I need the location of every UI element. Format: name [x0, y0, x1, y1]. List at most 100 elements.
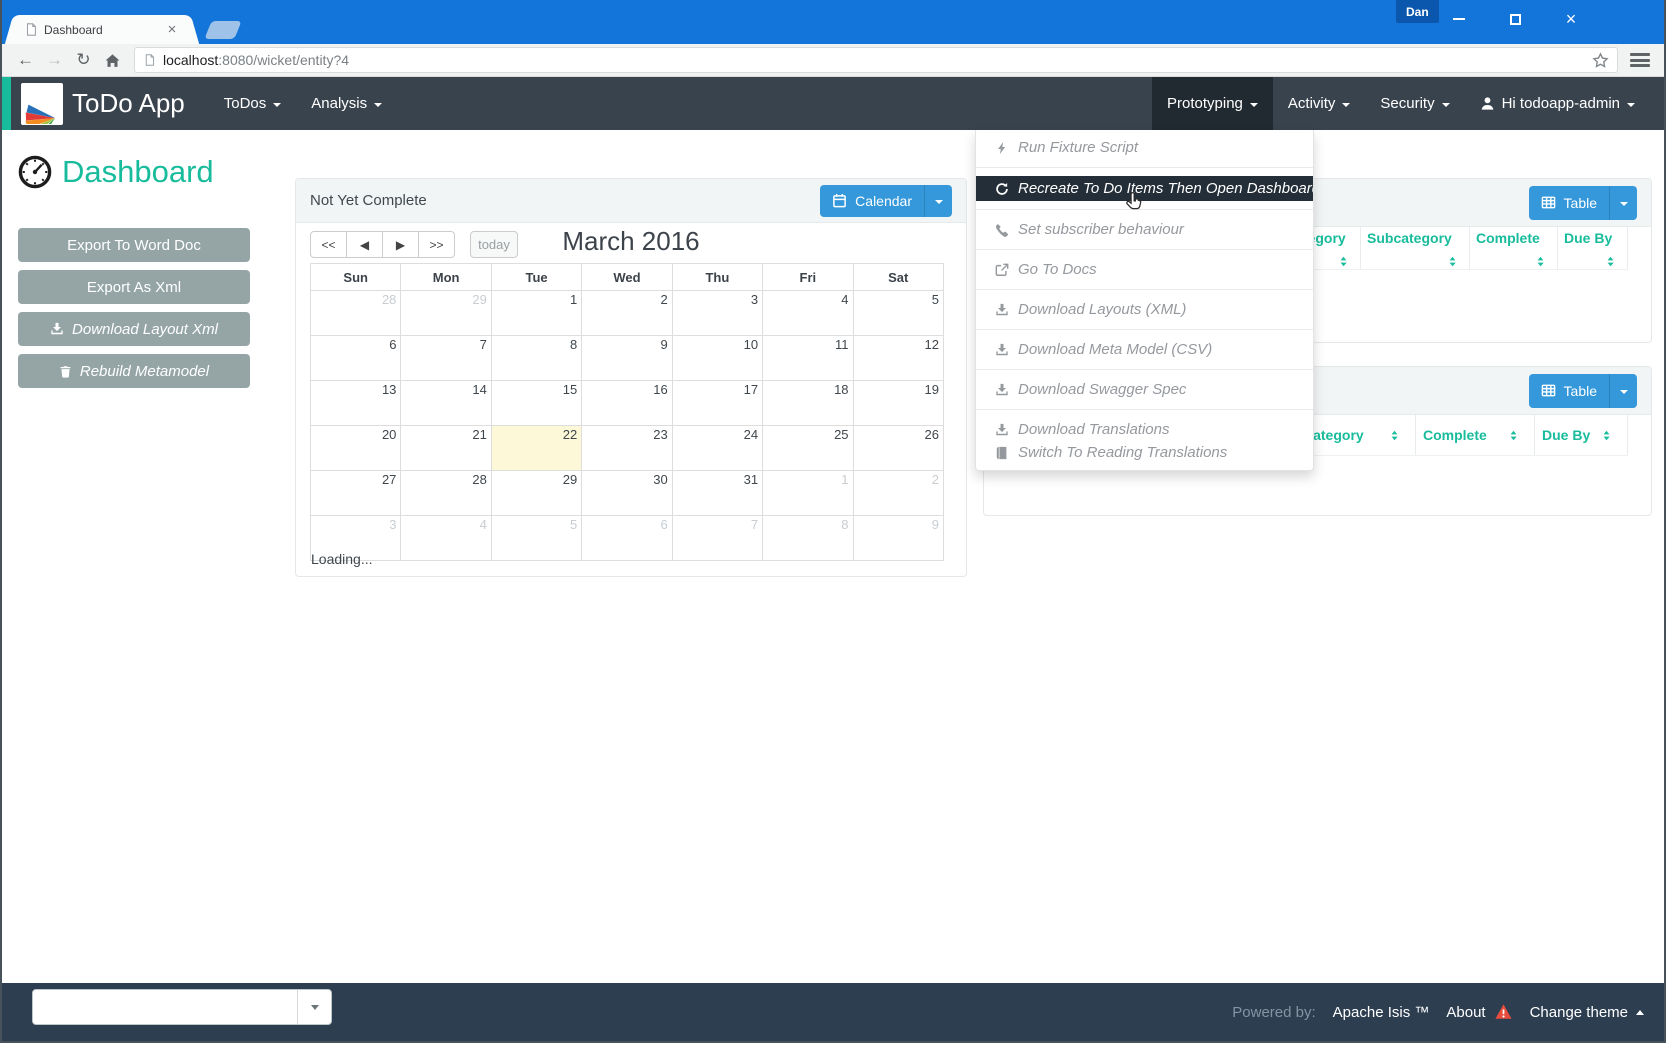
menu-item-go-to-docs[interactable]: Go To Docs	[976, 258, 1313, 281]
calendar-day-cell[interactable]: 29	[400, 290, 492, 336]
nav-item-todos[interactable]: ToDos	[209, 77, 297, 130]
calendar-day-cell[interactable]: 5	[490, 515, 583, 561]
calendar-day-cell[interactable]: 18	[762, 380, 854, 426]
sidebar-button-download-layout-xml[interactable]: Download Layout Xml	[18, 312, 250, 346]
calendar-view-button[interactable]: Calendar	[820, 184, 952, 217]
weekday-header: Fri	[762, 263, 854, 291]
combobox-value[interactable]	[33, 990, 297, 1024]
calendar-day-cell[interactable]: 6	[309, 335, 402, 381]
calendar-day-cell[interactable]: 4	[400, 515, 492, 561]
calendar-day-cell[interactable]: 10	[671, 335, 764, 381]
calendar-day-cell[interactable]: 16	[581, 380, 673, 426]
column-header-due-by[interactable]: Due By	[1535, 415, 1628, 455]
menu-item-download-layouts-xml[interactable]: Download Layouts (XML)	[976, 298, 1313, 321]
app-logo[interactable]	[21, 82, 63, 125]
table-view-button[interactable]: Table	[1528, 373, 1637, 408]
change-theme-link[interactable]: Change theme	[1530, 1004, 1644, 1021]
calendar-day-cell[interactable]: 6	[581, 515, 673, 561]
column-header-subcategory[interactable]: Subcategory	[1361, 227, 1470, 269]
bookmark-star-icon[interactable]	[1592, 51, 1609, 69]
calendar-day-cell[interactable]: 3	[671, 290, 764, 336]
weekday-header: Sat	[852, 263, 945, 291]
nav-item-activity[interactable]: Activity	[1273, 77, 1366, 130]
menu-item-set-subscriber-behaviour[interactable]: Set subscriber behaviour	[976, 218, 1313, 241]
calendar-day-cell[interactable]: 24	[671, 425, 764, 471]
calendar-day-cell[interactable]: 5	[852, 290, 945, 336]
forward-icon[interactable]: →	[41, 47, 68, 73]
table-view-button[interactable]: Table	[1528, 185, 1637, 220]
apache-isis-link[interactable]: Apache Isis ™	[1333, 1004, 1430, 1021]
calendar-day-cell[interactable]: 26	[852, 425, 945, 471]
calendar-day-cell[interactable]: 7	[671, 515, 764, 561]
calendar-day-cell[interactable]: 21	[400, 425, 492, 471]
minimize-button[interactable]	[1442, 6, 1476, 32]
calendar-day-cell[interactable]: 22	[490, 425, 583, 471]
calendar-day-cell[interactable]: 9	[852, 515, 945, 561]
calendar-day-cell[interactable]: 29	[490, 470, 583, 516]
calendar-day-cell[interactable]: 11	[762, 335, 854, 381]
chevron-down-icon[interactable]	[1609, 185, 1637, 220]
nav-item-hi-todoapp-admin[interactable]: Hi todoapp-admin	[1465, 77, 1650, 130]
calendar-day-cell[interactable]: 15	[490, 380, 583, 426]
nav-item-security[interactable]: Security	[1365, 77, 1464, 130]
menu-item-download-translations[interactable]: Download Translations	[976, 418, 1313, 441]
browser-tab[interactable]: Dashboard ×	[16, 15, 188, 44]
chevron-down-icon[interactable]	[1609, 373, 1637, 408]
calendar-day-cell[interactable]: 8	[762, 515, 854, 561]
chevron-down-icon[interactable]	[297, 990, 331, 1024]
sidebar-button-rebuild-metamodel[interactable]: Rebuild Metamodel	[18, 354, 250, 388]
reload-icon[interactable]: ↻	[70, 47, 97, 73]
navbar-right-items: Prototyping Activity Security Hi todoapp-ad…	[1152, 77, 1650, 130]
about-link[interactable]: About	[1446, 1003, 1512, 1021]
calendar-day-cell[interactable]: 19	[852, 380, 945, 426]
menu-item-download-meta-model-csv[interactable]: Download Meta Model (CSV)	[976, 338, 1313, 361]
lightning-icon	[995, 141, 1009, 155]
menu-item-switch-to-reading-translations[interactable]: Switch To Reading Translations	[976, 441, 1313, 464]
calendar-day-cell[interactable]: 28	[309, 290, 402, 336]
profile-badge[interactable]: Dan	[1396, 0, 1439, 23]
calendar-day-cell[interactable]: 4	[762, 290, 854, 336]
calendar-day-cell[interactable]: 2	[581, 290, 673, 336]
day-number: 24	[743, 427, 759, 442]
nav-item-prototyping[interactable]: Prototyping	[1152, 77, 1273, 130]
footer-combobox[interactable]	[32, 989, 332, 1025]
browser-menu-icon[interactable]	[1630, 53, 1650, 67]
back-icon[interactable]: ←	[12, 47, 39, 73]
chevron-down-icon[interactable]	[924, 184, 952, 217]
calendar-day-cell[interactable]: 12	[852, 335, 945, 381]
calendar-day-cell[interactable]: 28	[400, 470, 492, 516]
sidebar-button-export-as-xml[interactable]: Export As Xml	[18, 270, 250, 304]
tab-close-icon[interactable]: ×	[164, 21, 180, 38]
column-header-complete[interactable]: Complete	[1416, 415, 1535, 455]
address-bar[interactable]: localhost:8080/wicket/entity?4	[134, 47, 1618, 73]
calendar-day-cell[interactable]: 30	[581, 470, 673, 516]
day-number: 7	[479, 337, 487, 352]
calendar-day-cell[interactable]: 7	[400, 335, 492, 381]
calendar-day-cell[interactable]: 2	[852, 470, 945, 516]
calendar-day-cell[interactable]: 1	[490, 290, 583, 336]
calendar-day-cell[interactable]: 20	[309, 425, 402, 471]
sidebar-button-export-to-word-doc[interactable]: Export To Word Doc	[18, 228, 250, 262]
calendar-day-cell[interactable]: 27	[309, 470, 402, 516]
calendar-day-cell[interactable]: 8	[490, 335, 583, 381]
home-icon[interactable]	[99, 47, 126, 73]
new-tab-button[interactable]	[204, 21, 242, 39]
calendar-day-cell[interactable]: 9	[581, 335, 673, 381]
calendar-day-cell[interactable]: 31	[671, 470, 764, 516]
calendar-day-cell[interactable]: 13	[309, 380, 402, 426]
maximize-button[interactable]	[1498, 6, 1532, 32]
calendar-day-cell[interactable]: 1	[762, 470, 854, 516]
calendar-day-cell[interactable]: 23	[581, 425, 673, 471]
close-button[interactable]: ×	[1554, 6, 1588, 32]
calendar-day-cell[interactable]: 25	[762, 425, 854, 471]
column-header-complete[interactable]: Complete	[1470, 227, 1558, 269]
weekday-header: Wed	[581, 263, 673, 291]
app-brand[interactable]: ToDo App	[72, 77, 185, 130]
menu-item-download-swagger-spec[interactable]: Download Swagger Spec	[976, 378, 1313, 401]
calendar-day-cell[interactable]: 14	[400, 380, 492, 426]
menu-item-run-fixture-script[interactable]: Run Fixture Script	[976, 136, 1313, 159]
column-header-due-by[interactable]: Due By	[1558, 227, 1628, 269]
calendar-day-cell[interactable]: 17	[671, 380, 764, 426]
weekday-header: Sun	[309, 263, 402, 291]
nav-item-analysis[interactable]: Analysis	[296, 77, 397, 130]
